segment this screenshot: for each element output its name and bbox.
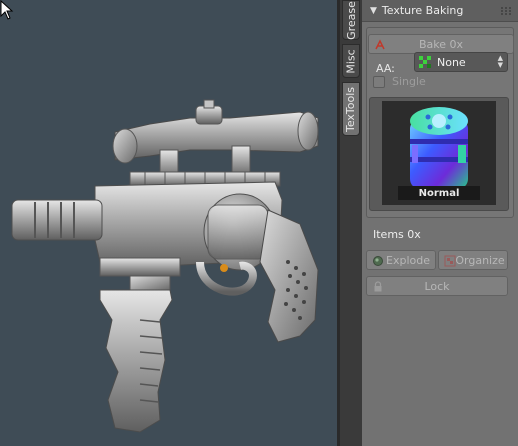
single-checkbox[interactable] bbox=[373, 75, 385, 88]
collapse-triangle-icon[interactable]: ▼ bbox=[370, 6, 377, 16]
bake-preview[interactable]: Normal bbox=[369, 97, 509, 211]
organize-button[interactable]: Organize bbox=[438, 250, 508, 270]
lock-icon bbox=[374, 281, 382, 292]
tab-misc[interactable]: Misc bbox=[342, 44, 360, 78]
single-checkbox-row[interactable]: Single bbox=[373, 75, 426, 88]
lock-button-label: Lock bbox=[424, 279, 450, 293]
organize-button-label: Organize bbox=[455, 253, 505, 267]
explode-button[interactable]: Explode bbox=[366, 250, 436, 270]
aa-label: AA: bbox=[376, 62, 395, 75]
items-count-label: Items 0x bbox=[373, 228, 421, 241]
single-label: Single bbox=[392, 75, 426, 88]
checker-icon bbox=[419, 56, 431, 68]
tab-grease[interactable]: Grease bbox=[342, 0, 360, 40]
aa-dropdown[interactable]: None ▲ ▼ bbox=[414, 52, 508, 72]
panel-title: Texture Baking bbox=[381, 4, 464, 17]
explode-icon bbox=[373, 256, 383, 266]
drag-grip-icon[interactable] bbox=[500, 6, 512, 16]
tab-textools-label: TexTools bbox=[344, 86, 358, 132]
bake-icon bbox=[375, 39, 385, 50]
revolver-model[interactable] bbox=[0, 0, 337, 446]
tab-misc-label: Misc bbox=[344, 48, 358, 74]
organize-icon bbox=[444, 255, 456, 267]
bake-button-label: Bake 0x bbox=[418, 37, 464, 51]
tool-shelf-tabs: Grease Misc TexTools bbox=[340, 0, 362, 446]
panel-header[interactable]: ▼ Texture Baking bbox=[362, 0, 518, 22]
dropdown-arrows-icon: ▲ ▼ bbox=[497, 54, 503, 69]
lock-button[interactable]: Lock bbox=[366, 276, 508, 296]
preview-caption: Normal bbox=[398, 186, 480, 200]
aa-value: None bbox=[437, 55, 466, 69]
bake-button[interactable]: Bake 0x bbox=[368, 34, 514, 54]
explode-button-label: Explode bbox=[386, 253, 430, 267]
tab-grease-label: Grease bbox=[344, 0, 358, 40]
3d-viewport[interactable] bbox=[0, 0, 337, 446]
mouse-cursor-icon bbox=[0, 0, 14, 20]
tab-textools[interactable]: TexTools bbox=[342, 82, 360, 136]
